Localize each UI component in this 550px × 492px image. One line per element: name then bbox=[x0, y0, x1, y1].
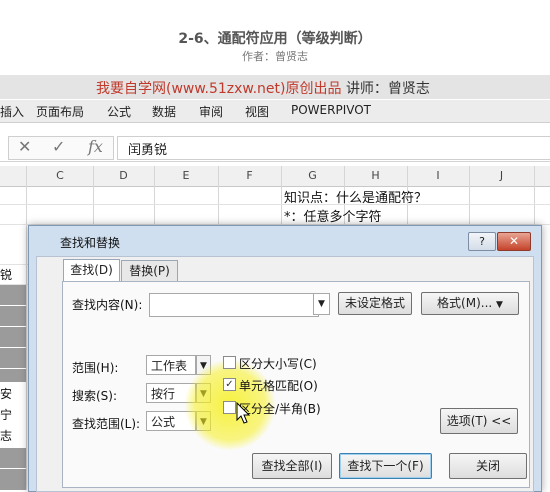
formula-value: 闰勇锐 bbox=[128, 143, 168, 158]
grid-line bbox=[0, 204, 550, 205]
cell-a-gray[interactable] bbox=[0, 448, 26, 468]
match-case-checkbox[interactable] bbox=[223, 356, 236, 369]
tab-view[interactable]: 视图 bbox=[245, 103, 269, 120]
col-header-c[interactable]: C bbox=[27, 169, 93, 182]
tab-replace[interactable]: 替换(P) bbox=[121, 260, 178, 281]
format-button[interactable]: 格式(M)... ▼ bbox=[421, 292, 519, 315]
fx-icon[interactable]: fx bbox=[88, 137, 103, 156]
match-case-label: 区分大小写(C) bbox=[239, 357, 317, 371]
find-label: 查找内容(N): bbox=[72, 298, 143, 312]
cell-a-1[interactable]: 锐 bbox=[0, 266, 26, 283]
match-byte-checkbox[interactable] bbox=[223, 401, 236, 414]
enter-icon[interactable]: ✓ bbox=[52, 137, 65, 156]
col-header-e[interactable]: E bbox=[154, 169, 218, 182]
grid-line bbox=[26, 166, 27, 490]
format-status: 未设定格式 bbox=[338, 292, 412, 315]
cell-g-note-1[interactable]: 知识点：什么是通配符？ bbox=[284, 187, 427, 206]
options-button[interactable]: 选项(T) << bbox=[440, 408, 518, 434]
cell-a-3[interactable]: 宁 bbox=[0, 406, 26, 423]
match-entire-checkbox[interactable]: ✓ bbox=[223, 378, 236, 391]
grid-line bbox=[281, 166, 282, 226]
find-all-button[interactable]: 查找全部(I) bbox=[252, 453, 332, 479]
cell-a-gray[interactable] bbox=[0, 469, 26, 490]
close-icon[interactable]: ✕ bbox=[497, 232, 531, 251]
tab-data[interactable]: 数据 bbox=[152, 103, 176, 120]
match-entire-label: 单元格匹配(O) bbox=[239, 379, 318, 393]
close-button[interactable]: 关闭 bbox=[449, 453, 527, 479]
scope-select[interactable]: 工作表 bbox=[146, 355, 196, 375]
mouse-pointer-icon bbox=[236, 402, 250, 424]
cell-a-gray[interactable] bbox=[0, 348, 26, 368]
col-header-f[interactable]: F bbox=[218, 169, 281, 182]
grid-line bbox=[93, 166, 94, 226]
col-header-g[interactable]: G bbox=[281, 169, 344, 182]
grid-line bbox=[0, 264, 28, 265]
grid-line bbox=[218, 166, 219, 226]
cancel-icon[interactable]: ✕ bbox=[18, 137, 31, 156]
grid-line bbox=[154, 166, 155, 226]
cell-a-gray[interactable] bbox=[0, 285, 26, 305]
find-input[interactable] bbox=[149, 293, 319, 317]
tab-page-layout[interactable]: 页面布局 bbox=[36, 103, 84, 120]
tab-review[interactable]: 审阅 bbox=[199, 103, 223, 120]
cell-a-gray[interactable] bbox=[0, 369, 26, 382]
video-title: 2-6、通配符应用（等级判断） bbox=[178, 31, 372, 47]
tab-insert[interactable]: 插入 bbox=[0, 103, 24, 120]
formula-input[interactable] bbox=[117, 136, 550, 160]
cell-g-note-2[interactable]: *：任意多个字符 bbox=[284, 206, 382, 225]
scope-label: 范围(H): bbox=[72, 361, 119, 375]
banner-site: 我要自学网(www.51zxw.net)原创出品 bbox=[96, 81, 342, 97]
format-button-label: 格式(M)... bbox=[437, 296, 493, 310]
video-author: 作者：曾贤志 bbox=[242, 50, 308, 63]
grid-line bbox=[469, 166, 470, 226]
find-dropdown[interactable]: ▼ bbox=[313, 293, 330, 315]
cell-a-4[interactable]: 志 bbox=[0, 427, 26, 444]
chevron-down-icon: ▼ bbox=[496, 300, 503, 310]
lookin-label: 查找范围(L): bbox=[72, 417, 141, 431]
tab-formulas[interactable]: 公式 bbox=[107, 103, 131, 120]
cell-a-gray[interactable] bbox=[0, 306, 26, 326]
dialog-title: 查找和替换 bbox=[60, 236, 121, 250]
find-next-button[interactable]: 查找下一个(F) bbox=[339, 453, 432, 479]
cell-a-2[interactable]: 安 bbox=[0, 385, 26, 402]
banner-text: 我要自学网(www.51zxw.net)原创出品 讲师：曾贤志 bbox=[96, 78, 430, 98]
col-header-h[interactable]: H bbox=[344, 169, 407, 182]
banner-teacher: 讲师：曾贤志 bbox=[345, 81, 430, 97]
cell-a-gray[interactable] bbox=[0, 327, 26, 347]
match-byte-label: 区分全/半角(B) bbox=[239, 402, 321, 416]
col-header-j[interactable]: J bbox=[469, 169, 534, 182]
tab-powerpivot[interactable]: POWERPIVOT bbox=[291, 103, 371, 117]
help-button[interactable]: ? bbox=[468, 232, 496, 251]
col-header-d[interactable]: D bbox=[93, 169, 154, 182]
search-label: 搜索(S): bbox=[72, 389, 118, 403]
grid-line bbox=[534, 166, 535, 226]
col-header-i[interactable]: I bbox=[407, 169, 469, 182]
tab-find[interactable]: 查找(D) bbox=[63, 259, 120, 282]
